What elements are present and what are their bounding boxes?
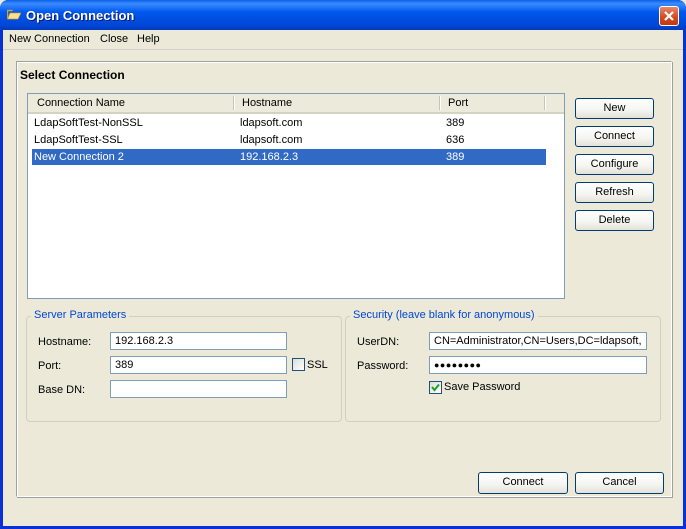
base-dn-label: Base DN: xyxy=(38,384,86,396)
title-bar[interactable]: Open Connection xyxy=(0,0,686,30)
table-row[interactable]: LdapSoftTest-SSL ldapsoft.com 636 xyxy=(32,132,546,148)
userdn-label: UserDN: xyxy=(357,336,400,348)
folder-open-icon xyxy=(6,9,22,20)
security-title: Security (leave blank for anonymous) xyxy=(350,309,538,321)
cell-port: 636 xyxy=(446,134,465,146)
port-input[interactable]: 389 xyxy=(110,356,287,374)
save-password-checkbox[interactable] xyxy=(429,381,442,394)
menu-new-connection[interactable]: New Connection xyxy=(9,33,90,45)
password-label: Password: xyxy=(357,360,409,372)
menu-bar: New Connection Close Help xyxy=(3,30,683,50)
refresh-button[interactable]: Refresh xyxy=(575,182,654,203)
ssl-checkbox[interactable] xyxy=(292,358,305,371)
cancel-button[interactable]: Cancel xyxy=(575,472,664,494)
cell-hostname: 192.168.2.3 xyxy=(240,151,299,163)
table-row-selected[interactable]: New Connection 2 192.168.2.3 389 xyxy=(32,149,546,165)
save-password-label: Save Password xyxy=(444,381,521,393)
connection-table[interactable]: Connection Name Hostname Port LdapSoftTe… xyxy=(27,93,565,299)
hostname-input[interactable]: 192.168.2.3 xyxy=(110,332,287,350)
ssl-label: SSL xyxy=(307,359,328,371)
userdn-input[interactable]: CN=Administrator,CN=Users,DC=ldapsoft, xyxy=(429,332,647,350)
configure-button[interactable]: Configure xyxy=(575,154,654,175)
table-row[interactable]: LdapSoftTest-NonSSL ldapsoft.com 389 xyxy=(32,115,546,131)
checkmark-icon xyxy=(431,383,440,392)
column-header-connection-name[interactable]: Connection Name xyxy=(37,97,125,109)
panel-title: Select Connection xyxy=(20,68,125,82)
window-title: Open Connection xyxy=(26,8,135,23)
delete-button[interactable]: Delete xyxy=(575,210,654,231)
base-dn-input[interactable] xyxy=(110,380,287,398)
cell-hostname: ldapsoft.com xyxy=(240,117,303,129)
dialog-client: New Connection Close Help Select Connect… xyxy=(3,30,683,526)
close-button[interactable] xyxy=(659,6,679,26)
new-button[interactable]: New xyxy=(575,98,654,119)
menu-close[interactable]: Close xyxy=(100,33,128,45)
menu-help[interactable]: Help xyxy=(137,33,160,45)
column-header-hostname[interactable]: Hostname xyxy=(242,97,292,109)
cell-hostname: ldapsoft.com xyxy=(240,134,303,146)
server-parameters-title: Server Parameters xyxy=(31,309,130,321)
cell-connection-name: LdapSoftTest-NonSSL xyxy=(34,117,143,129)
column-divider[interactable] xyxy=(544,96,546,110)
open-connection-window: Open Connection New Connection Close Hel… xyxy=(0,0,686,529)
connect-list-button[interactable]: Connect xyxy=(575,126,654,147)
cell-port: 389 xyxy=(446,117,465,129)
password-input[interactable]: ●●●●●●●● xyxy=(429,356,647,374)
close-icon xyxy=(664,11,674,21)
column-header-port[interactable]: Port xyxy=(448,97,468,109)
cell-connection-name: LdapSoftTest-SSL xyxy=(34,134,123,146)
cell-connection-name: New Connection 2 xyxy=(34,151,124,163)
column-divider[interactable] xyxy=(233,96,235,110)
hostname-label: Hostname: xyxy=(38,336,92,348)
connect-button[interactable]: Connect xyxy=(478,472,568,494)
column-divider[interactable] xyxy=(439,96,441,110)
cell-port: 389 xyxy=(446,151,465,163)
port-label: Port: xyxy=(38,360,62,372)
table-header: Connection Name Hostname Port xyxy=(28,94,564,114)
